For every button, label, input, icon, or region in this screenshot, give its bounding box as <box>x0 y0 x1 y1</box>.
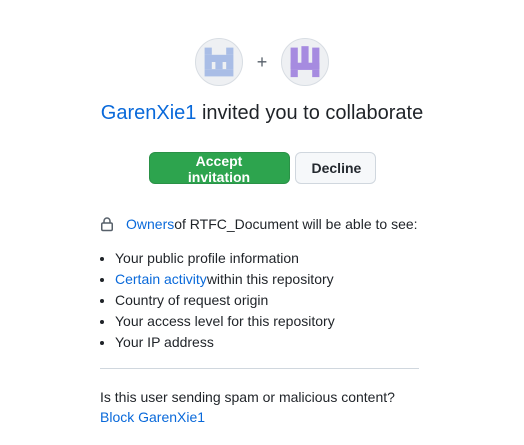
permission-text: Your IP address <box>115 334 214 350</box>
bullet <box>100 256 104 261</box>
list-item: Your public profile information <box>100 248 335 269</box>
user-avatar[interactable] <box>281 38 330 86</box>
permissions-heading: Owners of RTFC_Document will be able to … <box>100 216 418 232</box>
invite-headline-text: invited you to collaborate <box>196 102 424 124</box>
list-item: Country of request origin <box>100 290 335 311</box>
user-identicon <box>290 46 320 78</box>
list-item: Certain activity within this repository <box>100 269 335 290</box>
permissions-heading-text: of RTFC_Document will be able to see: <box>174 216 418 232</box>
bullet <box>100 319 104 324</box>
inviter-avatar[interactable] <box>194 38 243 86</box>
permission-text: Country of request origin <box>115 292 269 308</box>
decline-button[interactable]: Decline <box>294 152 376 184</box>
certain-activity-link[interactable]: Certain activity <box>115 269 207 290</box>
invite-actions: Accept invitation Decline <box>0 152 524 185</box>
bullet <box>100 298 104 303</box>
spam-question: Is this user sending spam or malicious c… <box>100 389 395 405</box>
invite-headline: GarenXie1 invited you to collaborate <box>0 102 524 125</box>
permission-text: Your public profile information <box>115 250 299 266</box>
block-user-link[interactable]: Block GarenXie1 <box>100 409 205 425</box>
divider <box>100 368 419 369</box>
plus-sign: + <box>256 51 268 72</box>
inviter-link[interactable]: GarenXie1 <box>101 102 197 124</box>
permission-text: Your access level for this repository <box>115 313 335 329</box>
bullet <box>100 277 104 282</box>
inviter-identicon <box>204 47 234 77</box>
permissions-list: Your public profile information Certain … <box>100 248 335 353</box>
list-item: Your IP address <box>100 332 335 353</box>
permission-text: within this repository <box>206 271 334 287</box>
list-item: Your access level for this repository <box>100 311 335 332</box>
accept-invitation-button[interactable]: Accept invitation <box>148 152 290 185</box>
lock-icon <box>100 216 114 232</box>
owners-link[interactable]: Owners <box>126 216 174 232</box>
avatar-row: + <box>0 38 524 86</box>
bullet <box>100 340 104 345</box>
